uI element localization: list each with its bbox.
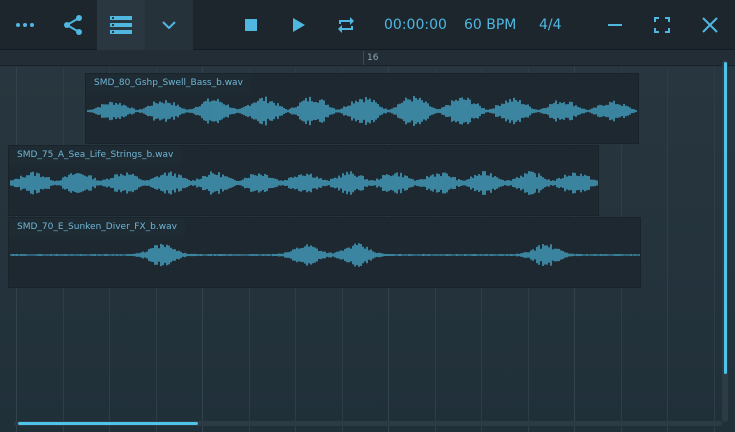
fullscreen-button[interactable] [650,0,674,50]
fullscreen-icon [654,17,670,33]
more-dots-icon [16,23,34,27]
grid-line [667,67,668,432]
minimize-icon [608,24,622,26]
close-icon [702,17,718,33]
tracks-list-icon [110,16,132,34]
stop-icon [245,19,257,31]
time-display: 00:00:00 [384,17,447,33]
share-button[interactable] [50,0,96,50]
loop-button[interactable] [333,0,359,50]
grid-line [714,67,715,432]
more-options-button[interactable] [0,0,50,50]
share-icon [64,15,82,35]
tracks-dropdown-button[interactable] [145,0,193,50]
chevron-down-icon [162,21,176,29]
clip-name-3: SMD_70_E_Sunken_Diver_FX_b.wav [9,218,185,237]
horizontal-scrollbar-thumb[interactable] [18,422,198,425]
tempo-display[interactable]: 60 BPM [464,0,516,50]
loop-icon [338,17,354,33]
time-signature-display[interactable]: 4/4 [539,0,562,50]
close-button[interactable] [698,0,722,50]
play-button[interactable] [286,0,312,50]
vertical-scrollbar-thumb[interactable] [724,62,727,374]
clip-name-2: SMD_75_A_Sea_Life_Strings_b.wav [9,146,182,165]
tracks-view-button[interactable] [97,0,145,50]
audio-clip-2[interactable]: SMD_75_A_Sea_Life_Strings_b.wav [8,145,599,216]
ruler-bar-marker [363,51,364,65]
play-icon [293,18,305,32]
audio-clip-3[interactable]: SMD_70_E_Sunken_Diver_FX_b.wav [8,217,641,288]
minimize-button[interactable] [603,0,627,50]
ruler-bar-label: 16 [367,53,379,63]
stop-button[interactable] [238,0,264,50]
audio-clip-1[interactable]: SMD_80_Gshp_Swell_Bass_b.wav [85,73,639,144]
arrangement-area[interactable]: SMD_80_Gshp_Swell_Bass_b.wav SMD_75_A_Se… [0,67,735,432]
clip-name-1: SMD_80_Gshp_Swell_Bass_b.wav [86,74,251,93]
